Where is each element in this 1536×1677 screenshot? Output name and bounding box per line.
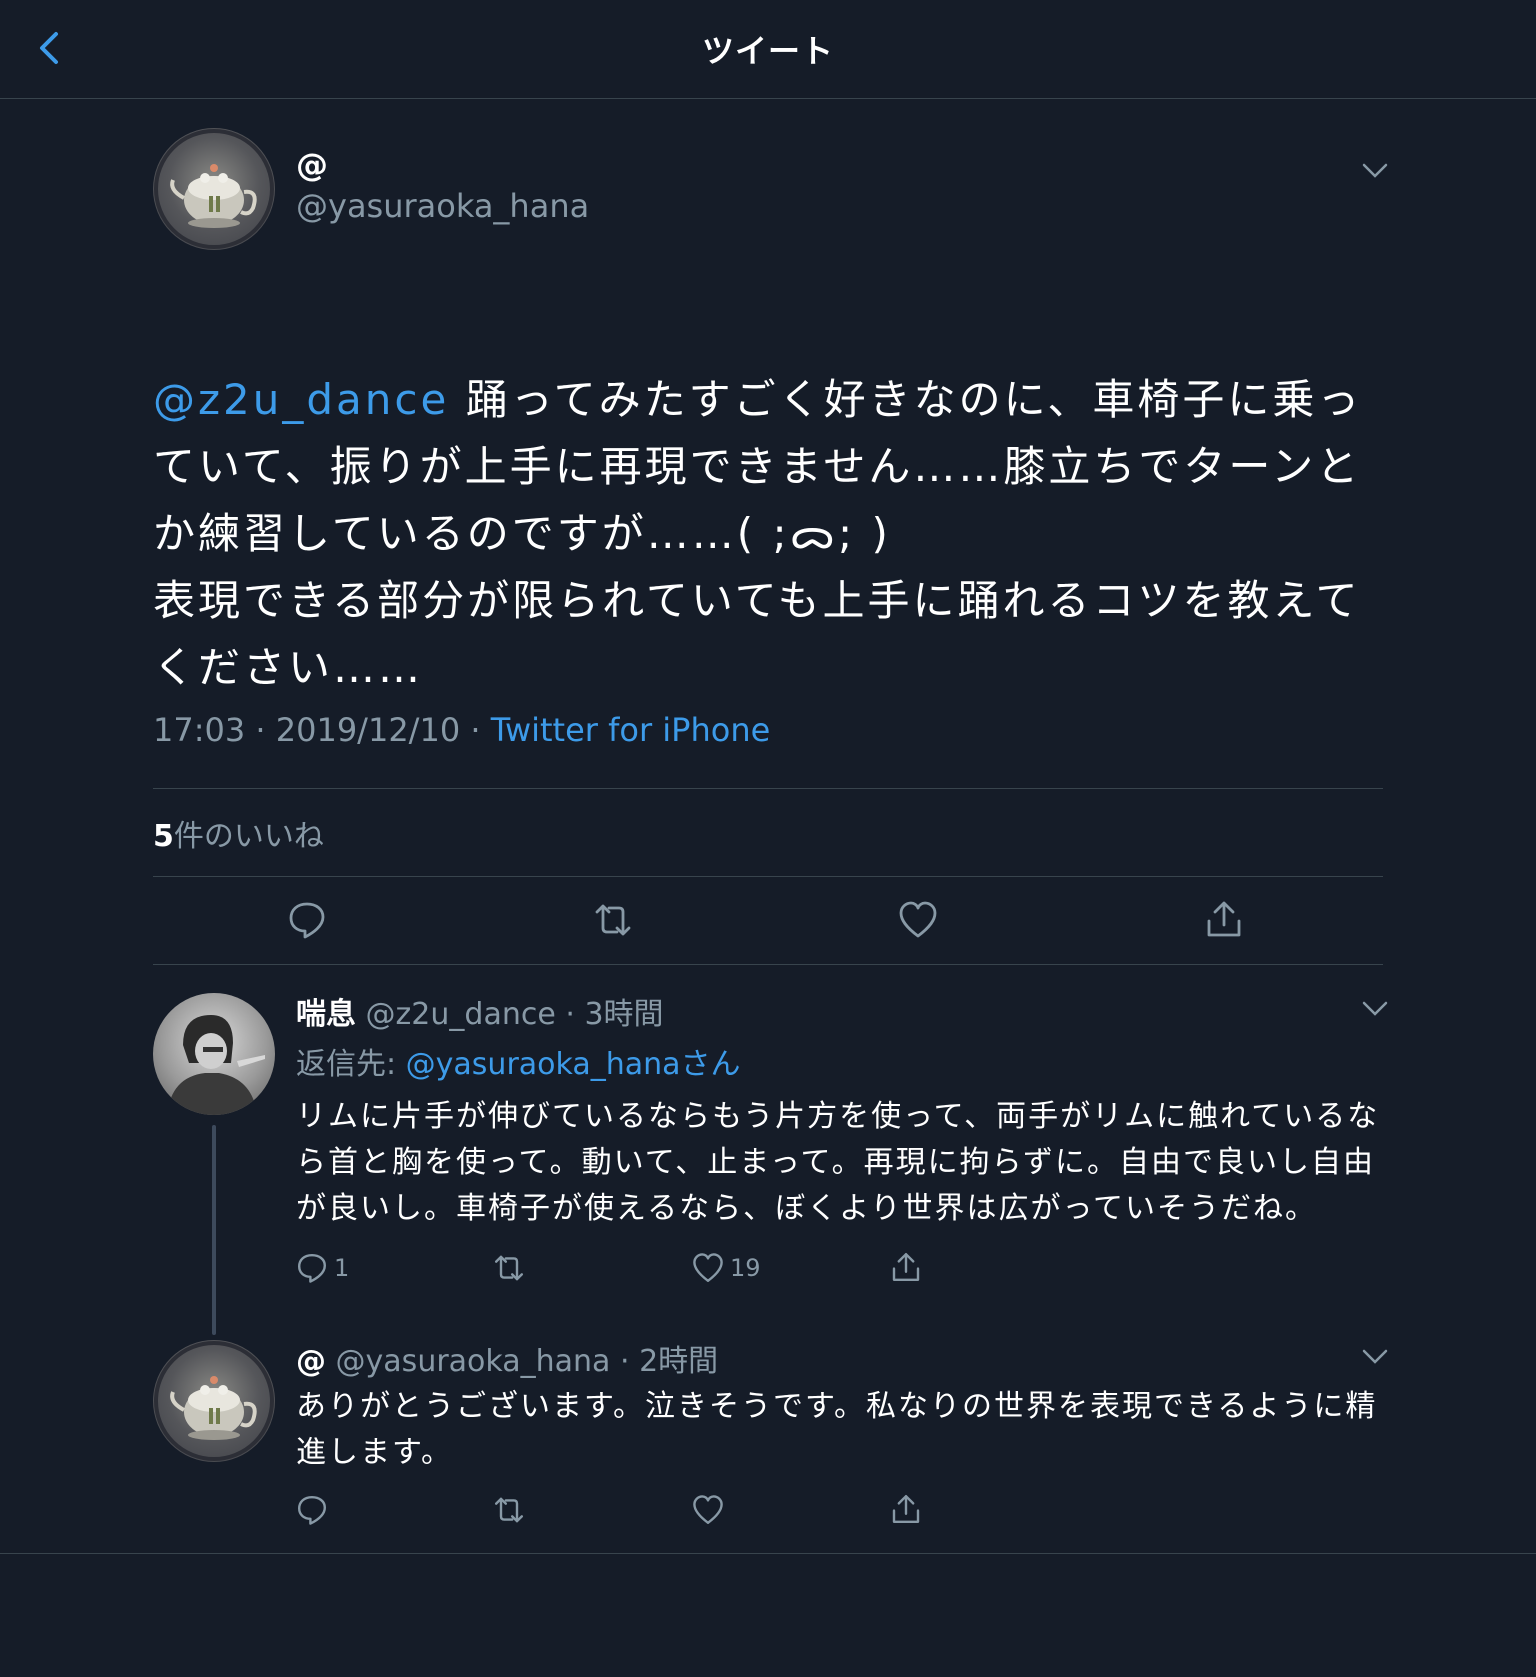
avatar[interactable] <box>153 1340 275 1462</box>
reply-action[interactable] <box>296 1494 334 1526</box>
avatar[interactable] <box>153 128 275 250</box>
divider <box>153 876 1383 877</box>
like-action[interactable] <box>692 1494 730 1526</box>
retweet-icon <box>495 1255 523 1281</box>
reply-text: ありがとうございます。泣きそうです。私なりの世界を表現できるように精進します。 <box>296 1389 1378 1470</box>
retweet-action[interactable] <box>491 1252 533 1284</box>
tweet-meta: 17:03 · 2019/12/10 · Twitter for iPhone <box>153 711 770 749</box>
reply-to-label: 返信先: <box>296 1047 406 1082</box>
reply-author-handle[interactable]: @z2u_dance <box>366 997 556 1032</box>
meta-separator: · <box>619 1344 630 1379</box>
share-icon[interactable] <box>1204 899 1244 939</box>
reply-author-handle[interactable]: @yasuraoka_hana <box>336 1344 611 1379</box>
tweet-time: 17:03 <box>153 711 246 749</box>
chevron-down-icon[interactable] <box>1361 1347 1389 1367</box>
meta-separator: · <box>470 711 481 749</box>
reply-count: 1 <box>334 1254 350 1282</box>
share-action[interactable] <box>890 1493 922 1525</box>
reply-time[interactable]: 3時間 <box>584 997 663 1032</box>
share-icon <box>892 1495 920 1523</box>
like-action[interactable]: 19 <box>692 1252 761 1284</box>
author-name[interactable]: @ <box>296 146 328 184</box>
reply-text: リムに片手が伸びているならもう片方を使って、両手がリムに触れているなら首と胸を使… <box>296 1099 1380 1226</box>
reply-author-name[interactable]: 喘息 <box>296 997 356 1032</box>
tweet-client-link[interactable]: Twitter for iPhone <box>491 711 771 749</box>
share-icon <box>892 1253 920 1281</box>
retweet-icon[interactable] <box>591 900 635 940</box>
reply-header: @ @yasuraoka_hana · 2時間 <box>296 1336 718 1380</box>
likes-count: 5 <box>153 819 174 854</box>
like-heart-icon <box>693 1495 723 1524</box>
likes-summary[interactable]: 5件のいいね <box>153 811 324 855</box>
reply-header: 喘息 @z2u_dance · 3時間 <box>296 989 664 1033</box>
meta-separator: · <box>565 997 575 1032</box>
reply-to-line: 返信先: @yasuraoka_hanaさん <box>296 1039 741 1083</box>
divider <box>153 788 1383 789</box>
reply-time[interactable]: 2時間 <box>639 1344 718 1379</box>
meta-separator: · <box>255 711 266 749</box>
retweet-icon <box>495 1497 523 1523</box>
reply-author-name[interactable]: @ <box>296 1344 326 1379</box>
chevron-down-icon[interactable] <box>1361 161 1389 181</box>
divider <box>153 964 1383 965</box>
reply-to-link[interactable]: @yasuraoka_hanaさん <box>406 1047 741 1082</box>
teapot-avatar-icon <box>154 1341 274 1461</box>
reply-icon <box>298 1496 326 1525</box>
thread-connector <box>212 1125 216 1335</box>
author-handle[interactable]: @yasuraoka_hana <box>296 187 589 225</box>
divider <box>0 1553 1536 1554</box>
teapot-avatar-icon <box>154 129 274 249</box>
avatar[interactable] <box>153 993 275 1115</box>
tweet-text-part-2: 表現できる部分が限られていても上手に踊れるコツを教えてください…… <box>153 576 1361 692</box>
reply-icon <box>298 1254 326 1283</box>
reply-icon[interactable] <box>287 900 327 940</box>
tweet-date: 2019/12/10 <box>275 711 461 749</box>
like-heart-icon[interactable] <box>898 900 938 940</box>
share-action[interactable] <box>890 1251 922 1283</box>
mention-link[interactable]: @z2u_dance <box>153 375 449 424</box>
retweet-action[interactable] <box>491 1494 533 1526</box>
chevron-down-icon[interactable] <box>1361 999 1389 1019</box>
likes-label: 件のいいね <box>173 819 324 854</box>
tweet-text: @z2u_dance 踊ってみたすごく好きなのに、車椅子に乗っていて、振りが上手… <box>153 299 1393 701</box>
top-navigation-bar: ツイート <box>0 0 1536 99</box>
like-heart-icon <box>693 1253 723 1282</box>
page-title: ツイート <box>701 32 834 70</box>
like-count: 19 <box>730 1254 761 1282</box>
reply-action[interactable]: 1 <box>296 1252 349 1284</box>
person-avatar-icon <box>167 1015 265 1115</box>
